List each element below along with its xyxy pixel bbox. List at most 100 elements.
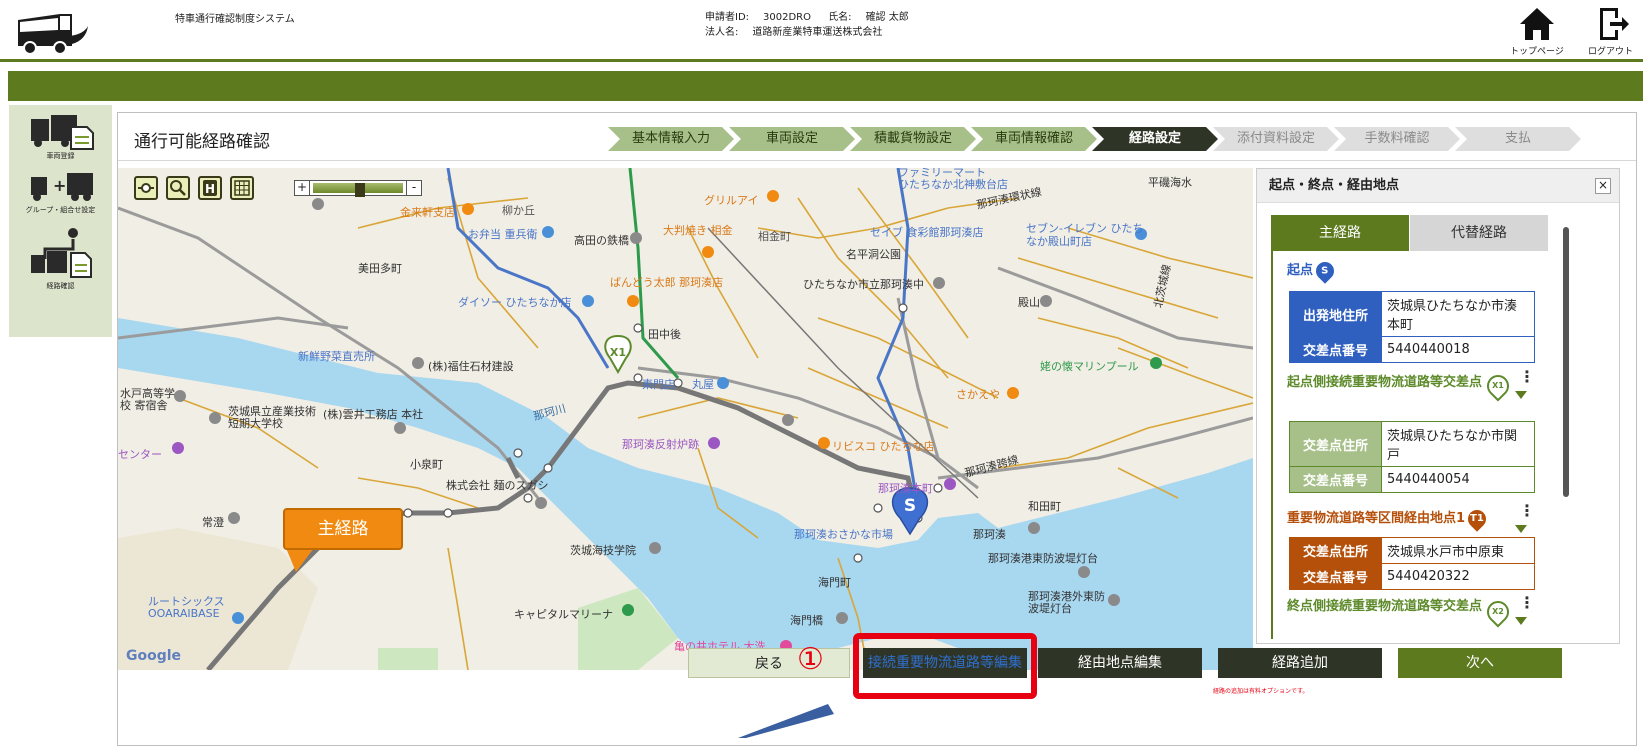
search-icon[interactable] [166,176,190,200]
step-attachments: 添付資料設定 [1213,127,1339,151]
start-point-label-text: 起点 [1287,263,1314,278]
header-divider [0,59,1643,62]
map-label: セブン-イレブン ひたちなか殿山町店 [1026,222,1144,248]
connection2-down-arrow-icon[interactable] [1515,617,1527,625]
add-route-button[interactable]: 経路追加 [1218,648,1382,678]
sidebar-item-group-setting[interactable]: + グループ・組合せ設定 [9,169,112,215]
corp-name: 道路新産業特車運送株式会社 [752,27,883,38]
map-label: 常澄 [202,516,224,529]
user-name: 確認 太郎 [865,12,909,23]
logout-label: ログアウト [1588,47,1634,57]
svg-text:H: H [205,182,215,196]
connection1-number-value: 5440440054 [1381,466,1535,493]
step-cargo-setting[interactable]: 積載貨物設定 [850,127,976,151]
via-point-down-arrow-icon[interactable] [1515,525,1527,533]
via-point-table: 交差点住所 茨城県水戸市中原東 交差点番号 5440420322 [1289,537,1535,590]
connection1-menu-icon[interactable]: ⋮ [1519,367,1535,386]
start-number-key: 交差点番号 [1289,336,1382,363]
x1-badge-text: X1 [1492,381,1504,390]
map-label: 美田多町 [358,262,402,275]
step-vehicle-setting[interactable]: 車両設定 [729,127,855,151]
connection1-table: 交差点住所 茨城県ひたちなか市関戸 交差点番号 5440440054 [1289,421,1535,493]
applicant-id: 3002DRO [763,12,811,23]
connection1-down-arrow-icon[interactable] [1515,391,1527,399]
map-label: 大判焼き 相金 [663,224,733,237]
zoom-out-button[interactable]: - [406,180,422,196]
waypoint-x1-marker[interactable]: X1 [604,334,632,375]
via-point-label: 重要物流道路等区間経由地点1 T1 [1287,505,1490,532]
back-button[interactable]: 戻る [688,648,850,678]
via-point-menu-icon[interactable]: ⋮ [1519,501,1535,520]
map-label: 株式会社 麺のスガシ [446,479,549,492]
map-label: 海門橋 [790,614,823,627]
top-page-button[interactable]: トップページ [1510,6,1564,57]
corp-label: 法人名: [705,27,739,38]
close-icon[interactable]: × [1595,178,1611,194]
sidebar-item-vehicle-register[interactable]: 車両登録 [9,113,112,161]
zoom-slider[interactable]: + - [294,180,422,197]
map-label: 那珂湊反射炉跡 [622,438,699,451]
side-nav: 車両登録 + グループ・組合せ設定 経路確認 [9,105,112,337]
waypoints-list: 起点 S 出発地住所 茨城県ひたちなか市湊本町 交差点番号 5440440018 起点… [1271,251,1550,639]
add-route-note: 経路の追加は有料オプションです。 [1213,688,1309,695]
map-label: 那珂湊おさかな市場 [794,528,893,541]
logo-truck-icon [14,6,92,56]
google-logo: Google [126,648,182,664]
map-label: ひたちなか北神敷台店 [898,178,1008,191]
applicant-id-label: 申請者ID: [705,12,750,23]
zoom-thumb[interactable] [355,183,365,197]
map-label: さかえや [956,388,1000,401]
next-button[interactable]: 次へ [1398,648,1562,678]
map-label: 茨城県立産業技術短期大学校 [228,405,316,430]
map-label: 新鮮野菜直売所 [298,350,375,363]
main-route-bubble-tail [286,548,314,572]
map-label: 茨城海技学院 [570,544,636,557]
edit-waypoint-button[interactable]: 経由地点編集 [1038,648,1202,678]
scrollbar[interactable] [1563,227,1569,497]
connection1-number-key: 交差点番号 [1289,466,1382,493]
sidebar-item-label: グループ・組合せ設定 [25,206,96,214]
step-route-setting[interactable]: 経路設定 [1092,127,1218,151]
title-divider [118,160,1636,161]
step-basic-info[interactable]: 基本情報入力 [608,127,734,151]
connection2-menu-icon[interactable]: ⋮ [1519,593,1535,612]
main-route-callout: 主経路 [283,508,403,550]
connection1-label: 起点側接続重要物流道路等交差点 [1287,375,1483,390]
tab-main-route[interactable]: 主経路 [1271,215,1409,251]
connection1-address-value: 茨城県ひたちなか市関戸 [1381,421,1535,467]
sidebar-item-label: 経路確認 [46,282,75,290]
tab-alternate-route[interactable]: 代替経路 [1410,215,1548,251]
zoom-track[interactable] [313,183,403,197]
via-number-value: 5440420322 [1381,563,1535,590]
waypoints-panel: 起点・終点・経由地点 × 主経路 代替経路 起点 S 出発地住所 茨城県ひたちなか市… [1256,168,1620,644]
map-label: ばんどう太郎 那珂湊店 [610,276,724,289]
start-point-label: 起点 S [1287,257,1338,284]
svg-text:S: S [904,496,916,516]
start-badge-text: S [1321,264,1329,276]
waypoints-panel-title: 起点・終点・経由地点 [1257,169,1619,203]
sidebar-item-route-check[interactable]: 経路確認 [9,225,112,291]
logout-button[interactable]: ログアウト [1588,6,1633,57]
main-panel: 通行可能経路確認 基本情報入力 車両設定 積載貨物設定 車両情報確認 経路設定 … [117,112,1637,746]
via-number-key: 交差点番号 [1289,563,1382,590]
start-number-value: 5440440018 [1381,336,1535,363]
via-point-label-text: 重要物流道路等区間経由地点1 [1287,511,1466,526]
app-header: 特車通行確認制度システム 申請者ID: 3002DRO 氏名: 確認 太郎 法人名:… [0,0,1643,62]
truck-combination-icon: + [30,173,93,201]
route-check-icon [30,228,92,278]
map-label: お弁当 重兵衛 [468,228,538,241]
map-label: 名平洞公園 [846,248,901,261]
x1-badge-icon: X1 [1482,370,1514,402]
route-map[interactable]: X1 S ファミリーマート ひたちなか北神敷台店 平磯海水 グリルアイ 那珂湊環… [118,168,1253,670]
grid-icon[interactable] [230,176,254,200]
pointer-arrow-icon [738,704,834,738]
zoom-in-button[interactable]: + [294,180,310,196]
map-label: 那珂湊 [973,528,1006,541]
route-point-tool-icon[interactable] [134,176,158,200]
app-name: 特車通行確認制度システム [175,14,295,25]
highway-icon[interactable]: H [198,176,222,200]
x2-badge-icon: X2 [1482,596,1514,628]
svg-text:X1: X1 [610,346,626,359]
step-vehicle-confirm[interactable]: 車両情報確認 [971,127,1097,151]
map-label: 小泉町 [410,458,443,471]
